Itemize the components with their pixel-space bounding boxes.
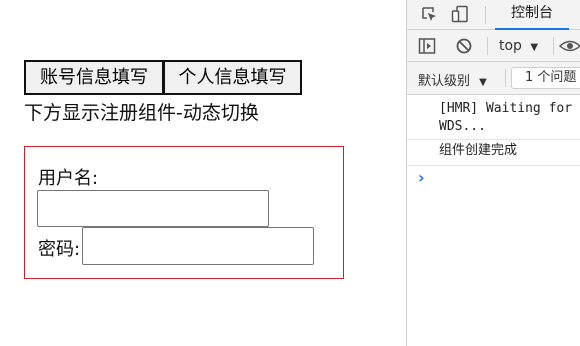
filterbar-divider	[505, 69, 506, 87]
eye-icon[interactable]	[559, 37, 580, 55]
console-prompt-icon[interactable]: ›	[418, 168, 425, 187]
log-levels-dropdown[interactable]: 默认级别 ▼	[418, 70, 487, 89]
page: 账号信息填写 个人信息填写 下方显示注册组件-动态切换 用户名: 密码: 控制台…	[0, 0, 580, 346]
password-label: 密码:	[38, 239, 81, 260]
devtools-panel: 控制台 top ▼ 默认级别 ▼ 1 个问题 [HMR] Waiting for…	[406, 0, 580, 346]
console-filterbar: 默认级别 ▼ 1 个问题	[407, 62, 580, 95]
tabbar-divider	[485, 6, 486, 24]
console-message-text: WDS...	[439, 119, 486, 134]
app-viewport: 账号信息填写 个人信息填写 下方显示注册组件-动态切换 用户名: 密码:	[0, 0, 406, 346]
device-toolbar-icon[interactable]	[451, 5, 469, 23]
toolbar-divider-2	[553, 37, 554, 55]
issues-button[interactable]: 1 个问题	[511, 67, 580, 89]
console-message-text: 组件创建完成	[439, 143, 518, 158]
console-message-text: [HMR] Waiting for	[439, 101, 573, 116]
account-info-button[interactable]: 账号信息填写	[24, 60, 164, 95]
tab-console[interactable]: 控制台	[495, 0, 569, 30]
context-label: top	[499, 38, 522, 54]
context-selector[interactable]: top ▼	[499, 38, 538, 54]
username-input[interactable]	[37, 190, 269, 227]
devtools-tabbar: 控制台	[407, 0, 580, 30]
console-toolbar: top ▼	[407, 30, 580, 62]
component-hint-text: 下方显示注册组件-动态切换	[24, 102, 259, 124]
log-levels-label: 默认级别	[418, 74, 471, 89]
console-message: [HMR] Waiting for WDS...	[407, 100, 580, 140]
toolbar-divider	[487, 37, 488, 55]
sidebar-toggle-icon[interactable]	[418, 37, 436, 55]
register-component: 用户名: 密码:	[24, 146, 344, 279]
chevron-down-icon: ▼	[530, 42, 539, 53]
console-message: 组件创建完成	[407, 142, 580, 166]
chevron-down-icon: ▼	[479, 77, 487, 88]
personal-info-button[interactable]: 个人信息填写	[163, 60, 302, 95]
inspect-element-icon[interactable]	[420, 5, 438, 23]
username-label: 用户名:	[38, 168, 99, 189]
clear-console-icon[interactable]	[455, 37, 473, 55]
password-input[interactable]	[82, 227, 314, 265]
